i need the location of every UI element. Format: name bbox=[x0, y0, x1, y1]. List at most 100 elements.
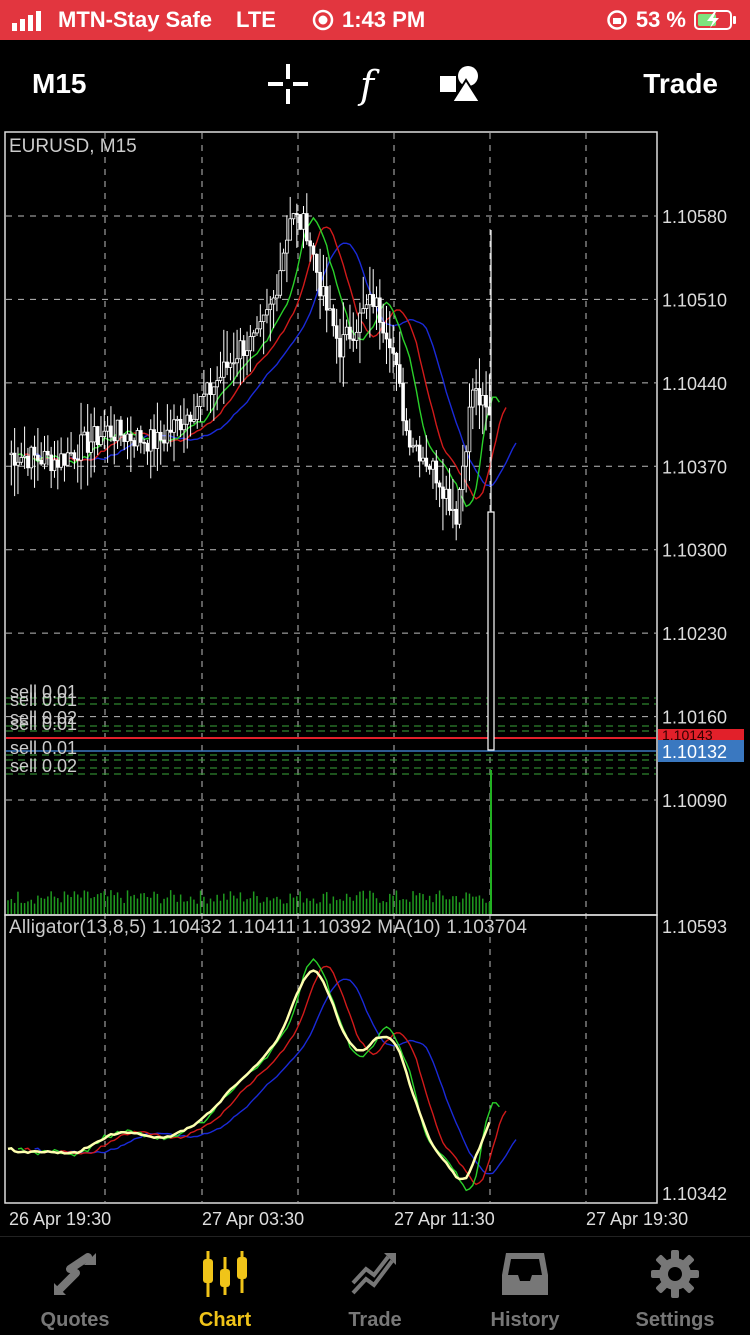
candle-body bbox=[477, 388, 482, 406]
candle-body bbox=[195, 406, 200, 420]
candle-body bbox=[391, 347, 395, 354]
order-label: sell 0.01 bbox=[10, 738, 77, 758]
candle-body bbox=[135, 430, 140, 447]
time-tick-label: 27 Apr 03:30 bbox=[202, 1209, 304, 1229]
candle-body bbox=[361, 308, 366, 314]
candle-body bbox=[59, 453, 63, 468]
price-tick-label: 1.10300 bbox=[662, 541, 727, 561]
candle-body bbox=[85, 431, 90, 453]
sub-ma-line bbox=[7, 969, 491, 1181]
settings-gear-icon bbox=[651, 1250, 699, 1298]
candle-body bbox=[9, 452, 14, 456]
candle-body bbox=[148, 429, 153, 452]
candle-body bbox=[341, 334, 346, 358]
candle-body bbox=[129, 433, 133, 441]
tab-chart[interactable]: Chart bbox=[150, 1237, 300, 1335]
candle-body bbox=[32, 446, 37, 456]
candle-body bbox=[65, 452, 70, 466]
price-chart[interactable]: 1.10580 1.10510 1.10440 1.10370 1.10300 1.102… bbox=[0, 130, 750, 1235]
tab-quotes[interactable]: Quotes bbox=[0, 1237, 150, 1335]
candle-body bbox=[437, 482, 442, 488]
candle-body bbox=[89, 441, 93, 453]
tab-trade[interactable]: Trade bbox=[300, 1237, 450, 1335]
candle-body bbox=[427, 465, 432, 470]
battery-charging-icon bbox=[694, 10, 736, 30]
candle-body bbox=[69, 452, 73, 455]
candle-body bbox=[467, 406, 472, 453]
candle-body bbox=[142, 441, 146, 444]
candle-body bbox=[221, 361, 226, 378]
candle-body bbox=[251, 332, 256, 337]
clock-time: 1:43 PM bbox=[342, 7, 426, 32]
order-label: sell 0.01 bbox=[10, 714, 77, 734]
candle-body bbox=[291, 213, 296, 220]
candle-body bbox=[75, 458, 80, 461]
candle-body bbox=[109, 425, 113, 438]
candle-body bbox=[158, 431, 163, 441]
candle-body bbox=[238, 340, 243, 360]
candle-body bbox=[95, 426, 100, 446]
candle-body bbox=[188, 414, 193, 422]
candle-body bbox=[451, 508, 455, 511]
orientation-lock-icon bbox=[607, 10, 627, 30]
timeframe-button[interactable]: M15 bbox=[32, 68, 86, 100]
carrier-name: MTN-Stay Safe bbox=[58, 7, 213, 32]
time-tick-label: 27 Apr 11:30 bbox=[394, 1209, 495, 1229]
candle-body bbox=[162, 439, 166, 444]
candle-body bbox=[178, 418, 183, 431]
candle-body bbox=[112, 436, 117, 442]
candle-body bbox=[397, 364, 402, 384]
trade-button[interactable]: Trade bbox=[643, 68, 718, 100]
candle-body bbox=[324, 286, 329, 311]
candle-body bbox=[79, 434, 83, 461]
candle-body bbox=[145, 442, 150, 452]
sub-tick-label: 1.10342 bbox=[662, 1184, 727, 1204]
candle-body bbox=[338, 337, 342, 358]
candle-body bbox=[215, 380, 219, 388]
candle-body bbox=[22, 455, 27, 458]
candle-body bbox=[102, 430, 107, 438]
network-type: LTE bbox=[236, 7, 276, 32]
candle-body bbox=[461, 465, 465, 490]
candle-body bbox=[168, 429, 173, 433]
candle-body bbox=[218, 376, 223, 381]
indicators-icon[interactable]: f bbox=[352, 62, 396, 106]
candle-body bbox=[208, 382, 213, 395]
candle-body bbox=[258, 321, 263, 330]
candle-body-current bbox=[487, 511, 495, 751]
candle-body bbox=[205, 382, 210, 395]
candle-body bbox=[414, 444, 419, 447]
record-icon bbox=[312, 9, 334, 31]
objects-icon[interactable] bbox=[438, 62, 482, 106]
candle-body bbox=[39, 459, 43, 465]
candle-body bbox=[484, 395, 488, 408]
price-tick-label: 1.10370 bbox=[662, 457, 727, 477]
tab-history[interactable]: History bbox=[450, 1237, 600, 1335]
tab-settings[interactable]: Settings bbox=[600, 1237, 750, 1335]
chart-toolbar: M15 f Trade bbox=[0, 40, 750, 130]
candle-body bbox=[328, 308, 332, 311]
candle-body bbox=[381, 322, 385, 334]
time-tick-label: 26 Apr 19:30 bbox=[9, 1209, 111, 1229]
price-tick-label: 1.10090 bbox=[662, 791, 727, 811]
candle-body bbox=[368, 294, 372, 306]
tab-quotes-label: Quotes bbox=[40, 1309, 110, 1331]
candle-body bbox=[447, 488, 452, 511]
candle-body bbox=[255, 328, 259, 334]
candle-body bbox=[278, 270, 283, 296]
candle-body bbox=[72, 452, 77, 460]
crosshair-icon[interactable] bbox=[266, 62, 310, 106]
candle-body bbox=[19, 457, 24, 463]
price-tick-label: 1.10230 bbox=[662, 624, 727, 644]
candle-body bbox=[26, 455, 30, 469]
time-tick-label: 27 Apr 19:30 bbox=[586, 1209, 688, 1229]
candle-body bbox=[424, 457, 429, 467]
chart-area[interactable]: 1.10580 1.10510 1.10440 1.10370 1.10300 1.102… bbox=[0, 130, 750, 1235]
candle-body bbox=[122, 434, 127, 442]
candle-body bbox=[344, 326, 349, 336]
candle-body bbox=[245, 350, 249, 356]
candle-body bbox=[387, 338, 392, 349]
candle-body bbox=[36, 454, 40, 461]
bid-price-tag-text: 1.10132 bbox=[662, 742, 727, 762]
candle-body bbox=[138, 430, 143, 443]
